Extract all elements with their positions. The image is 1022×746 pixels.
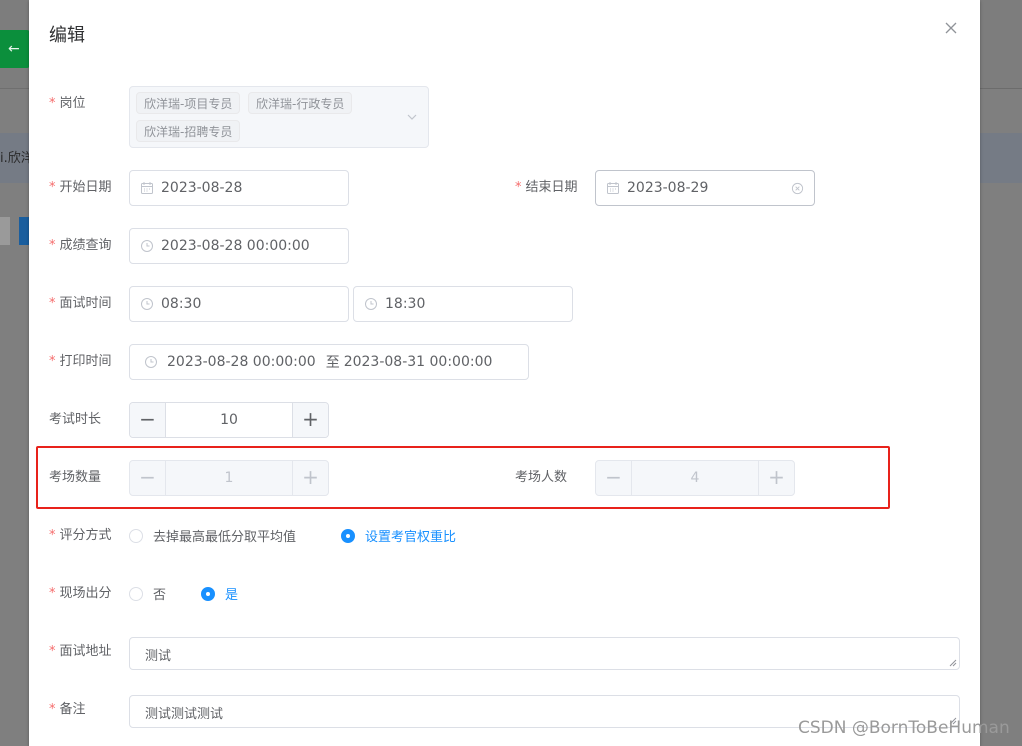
interview-end-time-value: 18:30: [385, 296, 426, 312]
end-date-value: 2023-08-29: [627, 180, 709, 196]
interview-address-textarea[interactable]: 测试: [129, 637, 960, 670]
interview-end-time-picker[interactable]: 18:30: [353, 286, 573, 322]
required-mark: *: [49, 96, 56, 111]
radio-checked-icon: [201, 586, 215, 601]
radio-icon: [129, 528, 143, 543]
clear-icon[interactable]: [791, 182, 804, 195]
start-date-picker[interactable]: 2023-08-28: [129, 170, 349, 206]
decrease-button[interactable]: −: [130, 403, 166, 437]
exam-room-count-input: 1: [224, 470, 234, 486]
position-tag: 欣洋瑞-项目专员: [136, 92, 241, 114]
dialog-title: 编辑: [49, 25, 85, 46]
exam-room-people-stepper: − 4 +: [595, 460, 795, 496]
position-select[interactable]: 欣洋瑞-项目专员 欣洋瑞-行政专员 欣洋瑞-招聘专员: [129, 86, 429, 148]
interview-start-time-picker[interactable]: 08:30: [129, 286, 349, 322]
position-label: * 岗位: [49, 96, 86, 111]
decrease-button: −: [596, 461, 632, 495]
interview-time-label: * 面试时间: [49, 296, 112, 311]
calendar-icon: [607, 182, 619, 194]
clock-icon: [365, 298, 377, 310]
end-date-picker[interactable]: 2023-08-29: [595, 170, 815, 206]
exam-duration-input[interactable]: 10: [166, 403, 292, 437]
exam-duration-stepper: − 10 +: [129, 402, 329, 438]
end-date-label: * 结束日期: [515, 180, 578, 195]
score-query-label: * 成绩查询: [49, 238, 112, 253]
print-time-separator: 至: [325, 355, 340, 371]
position-tag: 欣洋瑞-行政专员: [248, 92, 353, 114]
start-date-label: * 开始日期: [49, 180, 112, 195]
exam-room-people-input: 4: [690, 470, 700, 486]
background-divider: [980, 88, 1022, 89]
scoring-method-option-weight[interactable]: 设置考官权重比: [341, 526, 456, 545]
remark-value: 测试测试测试: [145, 707, 224, 722]
position-tag: 欣洋瑞-招聘专员: [136, 120, 241, 142]
interview-address-value: 测试: [145, 649, 172, 664]
scoring-method-label: * 评分方式: [49, 528, 112, 543]
increase-button: +: [292, 461, 328, 495]
print-time-start-value: 2023-08-28 00:00:00: [167, 354, 316, 370]
back-button[interactable]: ←: [0, 30, 30, 68]
print-time-label: * 打印时间: [49, 354, 112, 369]
onsite-score-option-yes[interactable]: 是: [201, 584, 238, 603]
start-date-value: 2023-08-28: [161, 180, 243, 196]
print-time-end-value: 2023-08-31 00:00:00: [343, 354, 493, 370]
clock-icon: [145, 356, 157, 368]
print-time-range-picker[interactable]: 2023-08-28 00:00:00 至 2023-08-31 00:00:0…: [129, 344, 529, 380]
edit-dialog: 编辑 * 岗位 欣洋瑞-项目专员 欣洋瑞-行政专员 欣洋瑞-招聘专员 * 开始日期 …: [29, 0, 980, 746]
increase-button[interactable]: +: [292, 403, 328, 437]
exam-room-people-label: 考场人数: [515, 470, 568, 485]
exam-duration-label: 考试时长: [49, 412, 102, 427]
increase-button: +: [758, 461, 794, 495]
resize-grip-icon[interactable]: [949, 659, 957, 667]
interview-start-time-value: 08:30: [161, 296, 202, 312]
watermark: CSDN @BornToBeHuman: [798, 718, 1010, 738]
radio-icon: [129, 586, 143, 601]
score-query-picker[interactable]: 2023-08-28 00:00:00: [129, 228, 349, 264]
decrease-button: −: [130, 461, 166, 495]
interview-address-label: * 面试地址: [49, 644, 112, 659]
score-query-value: 2023-08-28 00:00:00: [161, 238, 310, 254]
background-button[interactable]: [0, 217, 10, 245]
scoring-method-option-average[interactable]: 去掉最高最低分取平均值: [129, 526, 296, 545]
exam-room-count-label: 考场数量: [49, 470, 102, 485]
close-icon[interactable]: [943, 20, 959, 36]
calendar-icon: [141, 182, 153, 194]
onsite-score-label: * 现场出分: [49, 586, 112, 601]
onsite-score-option-no[interactable]: 否: [129, 584, 166, 603]
remark-label: * 备注: [49, 702, 86, 717]
clock-icon: [141, 240, 153, 252]
clock-icon: [141, 298, 153, 310]
radio-checked-icon: [341, 528, 355, 543]
exam-room-count-stepper: − 1 +: [129, 460, 329, 496]
chevron-down-icon: [407, 114, 417, 120]
